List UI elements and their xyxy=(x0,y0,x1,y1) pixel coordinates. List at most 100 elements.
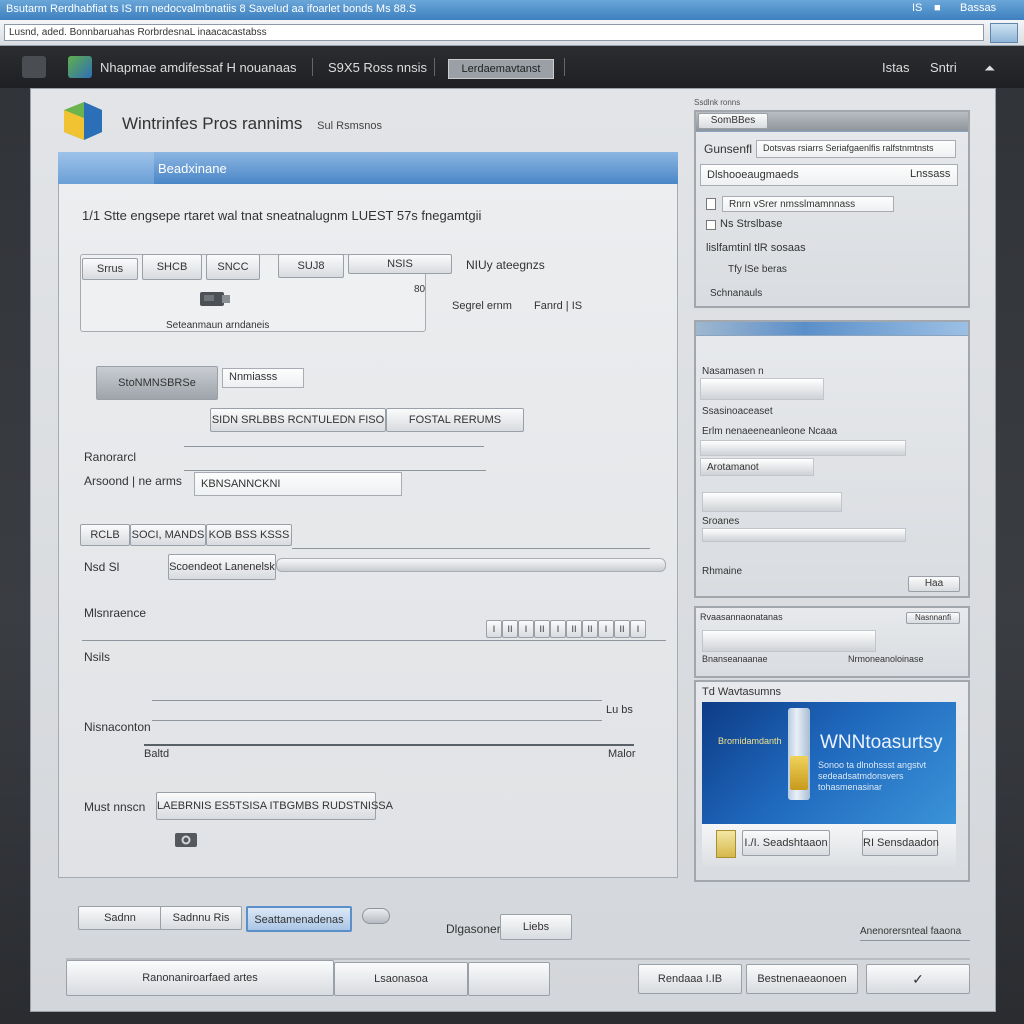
right-mid-input-1[interactable] xyxy=(700,378,824,400)
right-mid-input-5[interactable] xyxy=(702,528,906,542)
window-control-3[interactable]: Bassas xyxy=(960,2,996,14)
segment-button[interactable]: II xyxy=(566,620,582,638)
footer-bottom-right-1[interactable]: Rendaaa I.IB xyxy=(638,964,742,994)
tab-srrus[interactable]: Srrus xyxy=(82,258,138,280)
sidn-button[interactable]: SIDN SRLBBS RCNTULEDN FISO xyxy=(210,408,386,432)
footer-center-2[interactable]: Liebs xyxy=(500,914,572,940)
segment-button[interactable]: II xyxy=(582,620,598,638)
segment-button[interactable]: I xyxy=(598,620,614,638)
toggle-switch[interactable] xyxy=(362,908,390,924)
slider-track[interactable] xyxy=(152,720,602,721)
promo-liquid-graphic xyxy=(790,756,808,790)
right-mid-label-1: Nasamasen n xyxy=(702,366,764,377)
nnmiasss-field[interactable]: Nnmiasss xyxy=(222,368,304,388)
address-bar: Lusnd, aded. Bonnbaruahas RorbrdesnaL in… xyxy=(0,20,1024,46)
label-arsoond: Arsoond | ne arms xyxy=(84,474,182,488)
stonm-button[interactable]: StoNMNSBRSe xyxy=(96,366,218,400)
footer-tab-3[interactable]: Seattamenadenas xyxy=(246,906,352,932)
checkbox[interactable] xyxy=(706,220,716,230)
confirm-button[interactable]: ✓ xyxy=(866,964,970,994)
right-top-tab[interactable]: SomBBes xyxy=(698,113,768,129)
right-top-field1[interactable]: Dotsvas rsiarrs Seriafgaenlfis ralfstnmt… xyxy=(756,140,956,158)
right-top-field1-label: Gunsenfl xyxy=(704,142,753,156)
footer-right-text: Anenorersnteal faaona xyxy=(860,926,962,937)
promo-button-2[interactable]: RI Sensdaadon xyxy=(862,830,939,856)
app-logo-icon xyxy=(62,102,104,140)
right-top-option3: lislfamtinl tlR sosaas xyxy=(706,242,806,254)
window-title-bar: Bsutarm Rerdhabfiat ts IS rrn nedocvalmb… xyxy=(0,0,1024,20)
tab-sncc[interactable]: SNCC xyxy=(206,254,260,280)
segment-button[interactable]: I xyxy=(518,620,534,638)
user-icon[interactable]: ⏶ xyxy=(984,60,995,77)
footer-tab-2[interactable]: Sadnnu Ris xyxy=(160,906,242,930)
mini-tab-3[interactable]: KOB BSS KSSS xyxy=(206,524,292,546)
slider-track[interactable] xyxy=(144,744,634,746)
right-top-label: Ssdlnk ronns xyxy=(694,98,741,107)
arsoond-field[interactable]: KBNSANNCKNI xyxy=(194,472,402,496)
tabs-note: NIUy ateegnzs xyxy=(466,258,545,272)
toolbar-right-1[interactable]: Istas xyxy=(882,60,909,75)
right-mid-label-5: Sroanes xyxy=(702,516,740,527)
right-top-option2: Ns Strslbase xyxy=(720,218,783,230)
address-input[interactable]: Lusnd, aded. Bonnbaruahas RorbrdesnaL in… xyxy=(4,24,984,41)
toolbar-badge[interactable]: Lerdaemavtanst xyxy=(448,59,554,79)
checkmark-icon: ✓ xyxy=(912,971,924,987)
app-title-text: Wintrinfes Pros rannims xyxy=(122,114,303,133)
right-top-option1[interactable]: Rnrn vSrer nmsslmamnnass xyxy=(722,196,894,212)
go-button[interactable] xyxy=(990,23,1018,43)
promo-button-1[interactable]: I./I. Seadshtaaon xyxy=(742,830,830,856)
app-menu-icon[interactable] xyxy=(22,56,46,78)
scroll-label-2: Baltd xyxy=(144,748,170,760)
label-ranorarcl: Ranorarcl xyxy=(84,450,137,464)
mini-tab-1[interactable]: RCLB xyxy=(80,524,130,546)
right-top-option4: Tfy lSe beras xyxy=(728,264,787,275)
segment-button[interactable]: II xyxy=(502,620,518,638)
segment-button[interactable]: II xyxy=(614,620,630,638)
footer-bottom-blank[interactable] xyxy=(468,962,550,996)
right-mid-button[interactable]: Haa xyxy=(908,576,960,592)
tab-shcb[interactable]: SHCB xyxy=(142,254,202,280)
right-bot-input[interactable] xyxy=(702,630,876,652)
nsd-slider[interactable] xyxy=(276,558,666,572)
right-mid-input-4[interactable] xyxy=(702,492,842,512)
segment-button[interactable]: I xyxy=(486,620,502,638)
segment-button[interactable]: II xyxy=(534,620,550,638)
label-mlsnraence: Mlsnraence xyxy=(84,606,147,620)
camera-icon[interactable] xyxy=(174,830,198,848)
fostal-button[interactable]: FOSTAL RERUMS xyxy=(386,408,524,432)
mini-tab-2[interactable]: SOCI, MANDS xyxy=(130,524,206,546)
left-panel-title: Beadxinane xyxy=(158,161,227,176)
promo-banner[interactable]: Bromidamdanth WNNtoasurtsy Sonoo ta dlno… xyxy=(702,702,956,824)
app-toolbar: Nhapmae amdifessaf H nouanaas S9X5 Ross … xyxy=(0,46,1024,88)
segment-button[interactable]: I xyxy=(630,620,646,638)
tab-suj8[interactable]: SUJ8 xyxy=(278,254,344,278)
window-title: Bsutarm Rerdhabfiat ts IS rrn nedocvalmb… xyxy=(6,3,417,15)
checkbox[interactable] xyxy=(706,198,716,210)
slider-track[interactable] xyxy=(152,700,602,701)
right-top-field2-right: Lnssass xyxy=(910,168,951,180)
toolbar-right-2[interactable]: Sntri xyxy=(930,60,957,75)
usb-device-icon xyxy=(196,288,232,310)
footer-bottom-right-2[interactable]: Bestnenaeaonoen xyxy=(746,964,858,994)
right-mid-input-3[interactable]: Arotamanot xyxy=(700,458,814,476)
divider xyxy=(184,446,484,447)
left-panel-tab[interactable] xyxy=(58,152,154,184)
right-mid-label-6: Rhmaine xyxy=(702,566,743,577)
divider xyxy=(184,470,486,471)
divider xyxy=(860,940,970,941)
segment-button[interactable]: I xyxy=(550,620,566,638)
footer-bottom-left[interactable]: Ranonaniroarfaed artes xyxy=(66,960,334,996)
tab-nsis[interactable]: NSIS xyxy=(348,254,452,274)
toolbar-app-label[interactable]: Nhapmae amdifessaf H nouanaas xyxy=(100,60,297,75)
window-control-1[interactable]: IS xyxy=(912,2,922,14)
promo-header: Td Wavtasumns xyxy=(702,686,782,698)
footer-bottom-mid[interactable]: Lsaonasoa xyxy=(334,962,468,996)
left-panel-header: Beadxinane xyxy=(58,152,678,184)
nsd-dropdown[interactable]: Scoendeot Lanenelsk xyxy=(168,554,276,580)
footer-tab-1[interactable]: Sadnn xyxy=(78,906,162,930)
right-bot-button[interactable]: Nasnnanfi xyxy=(906,612,960,624)
must-dropdown[interactable]: LAEBRNIS ES5TSISA ITBGMBS RUDSTNISSA xyxy=(156,792,393,820)
right-mid-input-2[interactable] xyxy=(700,440,906,456)
window-control-2[interactable]: ■ xyxy=(934,2,941,14)
toolbar-item-2[interactable]: S9X5 Ross nnsis xyxy=(328,60,427,75)
